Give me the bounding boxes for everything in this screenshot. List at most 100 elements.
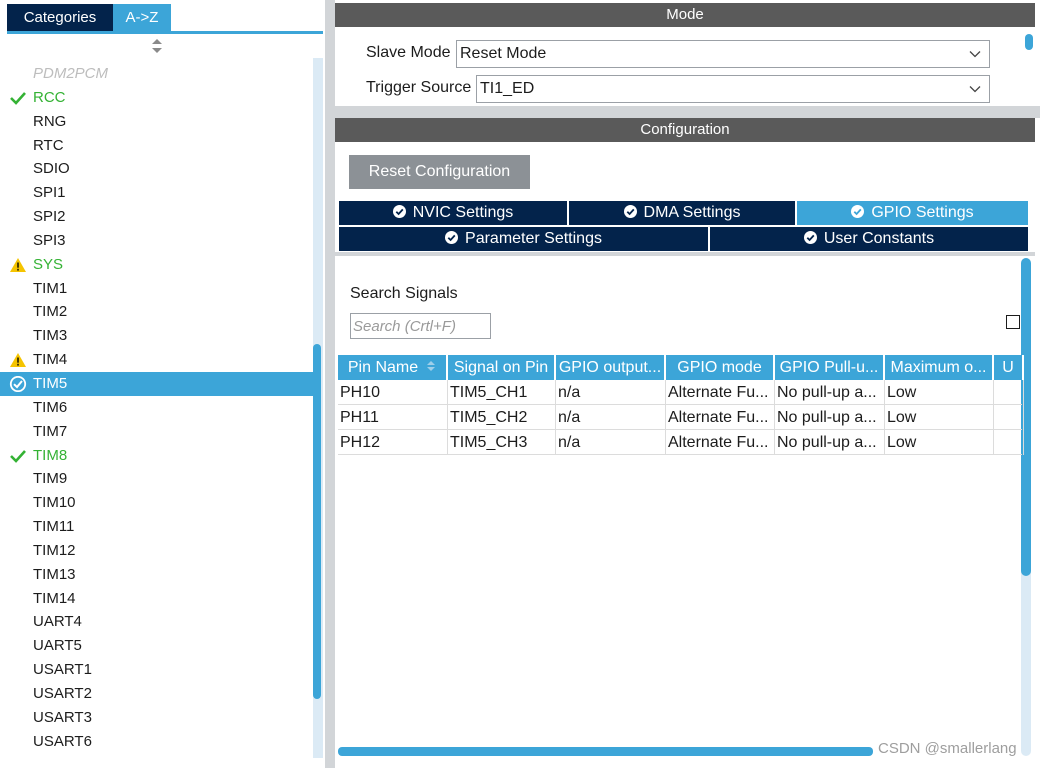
- check-icon: [10, 91, 26, 105]
- peripheral-item-usart6[interactable]: USART6: [0, 730, 313, 754]
- peripheral-item-tim14[interactable]: TIM14: [0, 587, 313, 611]
- table-cell: n/a: [556, 430, 666, 455]
- peripheral-label: SDIO: [33, 160, 70, 178]
- peripheral-item-rtc[interactable]: RTC: [0, 134, 313, 158]
- table-cell: Low: [885, 405, 994, 430]
- peripheral-label: USART6: [33, 732, 92, 750]
- tab-a-to-z[interactable]: A->Z: [113, 4, 171, 32]
- show-only-modified-checkbox[interactable]: [1006, 315, 1020, 329]
- peripheral-label: SYS: [33, 255, 64, 273]
- peripheral-item-tim4[interactable]: TIM4: [0, 348, 313, 372]
- tab-user-constants[interactable]: User Constants: [710, 227, 1028, 251]
- tab-nvic-settings[interactable]: NVIC Settings: [339, 201, 567, 225]
- table-cell: PH10: [338, 380, 448, 405]
- peripheral-item-tim11[interactable]: TIM11: [0, 515, 313, 539]
- peripheral-item-tim10[interactable]: TIM10: [0, 491, 313, 515]
- panel-splitter[interactable]: [325, 0, 335, 768]
- peripheral-item-spi3[interactable]: SPI3: [0, 229, 313, 253]
- column-header[interactable]: Maximum o...: [885, 355, 994, 380]
- peripheral-item-usart3[interactable]: USART3: [0, 706, 313, 730]
- peripheral-item-sys[interactable]: SYS: [0, 253, 313, 277]
- peripheral-item-tim13[interactable]: TIM13: [0, 563, 313, 587]
- right-panel-bottom: [335, 758, 1040, 768]
- sort-arrows-icon[interactable]: [150, 37, 164, 55]
- peripheral-item-tim12[interactable]: TIM12: [0, 539, 313, 563]
- peripheral-label: RNG: [33, 112, 67, 130]
- chevron-down-icon: [969, 51, 981, 58]
- peripheral-label: TIM9: [33, 470, 68, 488]
- table-cell: [994, 405, 1024, 430]
- table-cell: Alternate Fu...: [666, 380, 775, 405]
- peripheral-label: TIM12: [33, 541, 76, 559]
- peripheral-item-tim5[interactable]: TIM5: [0, 371, 313, 396]
- peripheral-item-tim6[interactable]: TIM6: [0, 396, 313, 420]
- table-cell: PH12: [338, 430, 448, 455]
- peripheral-item-spi2[interactable]: SPI2: [0, 205, 313, 229]
- tab-parameter-settings[interactable]: Parameter Settings: [339, 227, 708, 251]
- peripheral-item-spi1[interactable]: SPI1: [0, 181, 313, 205]
- list-scrollbar-thumb[interactable]: [313, 344, 321, 699]
- peripheral-label: RTC: [33, 136, 64, 154]
- trigger-source-value: TI1_ED: [480, 80, 535, 97]
- table-horizontal-scrollbar[interactable]: [338, 747, 873, 756]
- gpio-table-header: Pin Name Signal on Pin GPIO output... GPIO …: [338, 355, 1024, 380]
- tab-label: DMA Settings: [643, 204, 741, 221]
- watermark: CSDN @smallerlang: [878, 740, 1017, 757]
- check-circle-icon: [803, 231, 817, 244]
- tab-underline: [7, 31, 323, 34]
- peripheral-item-pdm2pcm[interactable]: PDM2PCM: [0, 62, 313, 86]
- peripheral-panel: Categories A->Z PDM2PCM RCC RNG RTC SDIO SPI1…: [0, 0, 325, 768]
- peripheral-label: TIM1: [33, 279, 68, 297]
- column-header[interactable]: GPIO Pull-u...: [775, 355, 885, 380]
- column-header[interactable]: GPIO output...: [556, 355, 666, 380]
- tab-gpio-settings[interactable]: GPIO Settings: [797, 201, 1028, 225]
- peripheral-item-sdio[interactable]: SDIO: [0, 157, 313, 181]
- column-header[interactable]: U: [994, 355, 1024, 380]
- column-header-label: GPIO mode: [677, 359, 762, 376]
- search-signals-input[interactable]: [350, 313, 491, 339]
- peripheral-item-usart2[interactable]: USART2: [0, 682, 313, 706]
- peripheral-item-tim2[interactable]: TIM2: [0, 300, 313, 324]
- peripheral-item-usart1[interactable]: USART1: [0, 658, 313, 682]
- trigger-source-select[interactable]: TI1_ED: [476, 75, 990, 103]
- column-header[interactable]: Pin Name: [338, 355, 448, 380]
- slave-mode-select[interactable]: Reset Mode: [456, 40, 990, 68]
- peripheral-label: TIM11: [33, 518, 75, 536]
- peripheral-item-tim8[interactable]: TIM8: [0, 444, 313, 468]
- check-circle-icon: [851, 205, 865, 218]
- check-icon: [10, 449, 26, 463]
- table-cell: PH11: [338, 405, 448, 430]
- peripheral-item-tim3[interactable]: TIM3: [0, 324, 313, 348]
- table-cell: No pull-up a...: [775, 405, 885, 430]
- reset-configuration-button[interactable]: Reset Configuration: [349, 155, 530, 189]
- peripheral-label: UART4: [33, 613, 82, 631]
- peripheral-label: USART3: [33, 708, 92, 726]
- tab-label: User Constants: [823, 230, 935, 247]
- column-header[interactable]: GPIO mode: [666, 355, 775, 380]
- peripheral-label: UART5: [33, 637, 82, 655]
- peripheral-item-rcc[interactable]: RCC: [0, 86, 313, 110]
- table-row[interactable]: PH10 TIM5_CH1 n/a Alternate Fu... No pull-up…: [338, 380, 1024, 405]
- table-cell: Low: [885, 380, 994, 405]
- tab-dma-settings[interactable]: DMA Settings: [569, 201, 795, 225]
- peripheral-item-uart4[interactable]: UART4: [0, 610, 313, 634]
- table-row[interactable]: PH11 TIM5_CH2 n/a Alternate Fu... No pull-up…: [338, 405, 1024, 430]
- warning-triangle-icon: [10, 353, 26, 368]
- peripheral-label: USART2: [33, 684, 92, 702]
- peripheral-item-tim1[interactable]: TIM1: [0, 277, 313, 301]
- left-panel-bottom: [0, 758, 325, 768]
- peripheral-label: TIM6: [33, 398, 68, 416]
- table-cell: TIM5_CH1: [448, 380, 556, 405]
- column-header-label: Maximum o...: [890, 359, 987, 376]
- column-header[interactable]: Signal on Pin: [448, 355, 556, 380]
- peripheral-item-tim9[interactable]: TIM9: [0, 467, 313, 491]
- peripheral-item-uart5[interactable]: UART5: [0, 634, 313, 658]
- mode-header: Mode: [335, 3, 1035, 27]
- table-cell: TIM5_CH2: [448, 405, 556, 430]
- peripheral-item-rng[interactable]: RNG: [0, 110, 313, 134]
- table-row[interactable]: PH12 TIM5_CH3 n/a Alternate Fu... No pull-up…: [338, 430, 1024, 455]
- tab-categories[interactable]: Categories: [7, 4, 113, 32]
- peripheral-item-tim7[interactable]: TIM7: [0, 420, 313, 444]
- slave-mode-value: Reset Mode: [460, 45, 547, 62]
- mode-scrollbar-thumb[interactable]: [1025, 34, 1033, 50]
